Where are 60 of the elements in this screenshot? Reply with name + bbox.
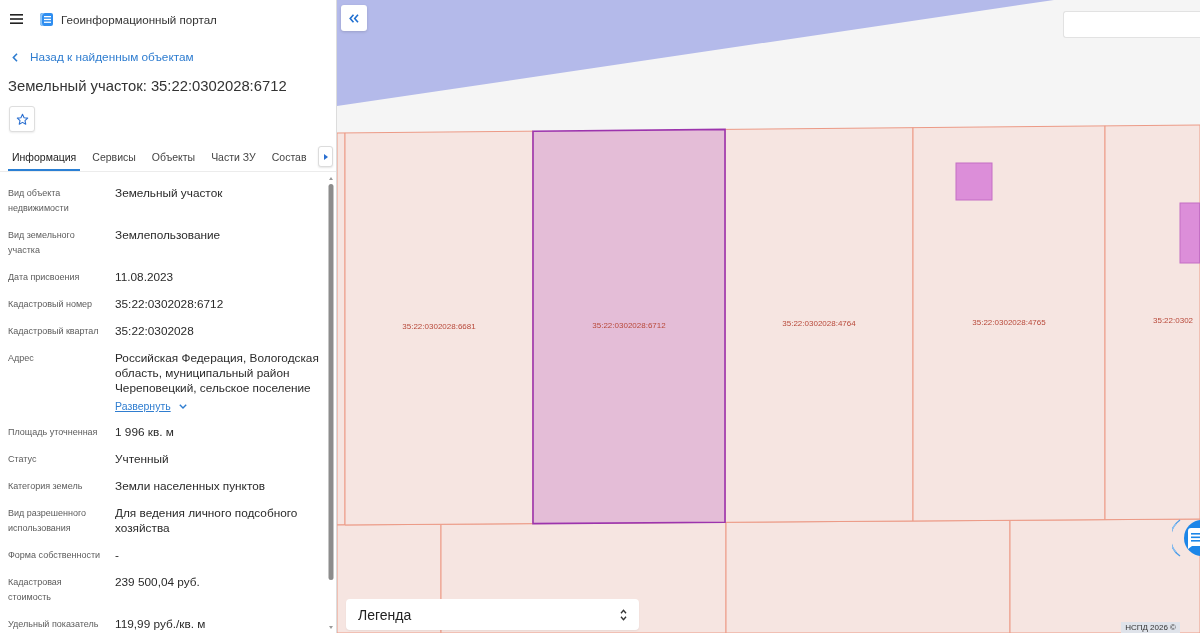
field-label: Площадь уточненная [8,426,99,439]
field-value: Учтенный [115,452,169,467]
field-value: 119,99 руб./кв. м [115,617,206,632]
field-value: 1 996 кв. м [115,425,174,440]
field-label: Вид объекта недвижимости [8,187,70,215]
collapse-panel-button[interactable] [341,5,367,31]
field-label: Категория земель [8,480,84,493]
field-label: Статус [8,453,38,466]
tab[interactable]: Состав [267,142,311,171]
field-value: 11.08.2023 [115,270,174,285]
land-parcel[interactable] [532,128,726,525]
chevron-down-icon [178,403,187,409]
field-label: Форма собственности [8,549,102,562]
field-value: Земли населенных пунктов [115,479,265,494]
field-label: Кадастровый номер [8,298,94,311]
field-label: Удельный показатель [8,618,100,631]
field-value: Земельный участок [115,186,223,201]
building-polygon[interactable] [955,162,993,201]
field-label: Кадастровая стоимость [8,576,63,604]
map-attribution: НСПД 2026 © [1121,622,1180,633]
menu-icon[interactable] [10,14,23,24]
input-field[interactable] [1063,11,1200,38]
tab[interactable]: Объекты [147,142,200,171]
land-parcel[interactable] [1009,518,1200,633]
land-parcel[interactable] [725,519,1011,633]
scroll-tabs-button[interactable] [318,146,333,167]
field-value: 35:22:0302028 [115,324,194,339]
field-value: - [115,548,119,563]
expand-link[interactable]: Развернуть [115,399,187,413]
parcel-label: 35:22:0302028:6681 [402,322,476,331]
land-parcel[interactable] [1104,124,1200,521]
parcel-label: 35:22:0302 [1153,316,1194,325]
object-title: Земельный участок: 35:22:0302028:6712 [8,77,288,96]
back-link[interactable]: Назад к найденным объектам [12,48,194,66]
field-value: Для ведения личного подсобного хозяйства [115,506,299,536]
chevron-left-icon [12,52,18,62]
building-polygon[interactable] [1179,202,1200,264]
field-value: Землепользование [115,228,221,243]
tab[interactable]: Части ЗУ [207,142,260,171]
field-label: Вид земельного участка [8,229,76,257]
field-value: Российская Федерация, Вологодская область, муниципальный район Череповецкий, сельское поселение [115,351,320,396]
star-icon [15,112,29,126]
legend-dropdown[interactable]: Легенда [346,599,639,630]
field-value: 35:22:0302028:6712 [115,297,224,312]
parcel-label: 35:22:0302028:4765 [972,318,1046,327]
field-label: Вид разрешенного использования [8,507,88,535]
app-title: Геоинформационный портал [61,12,217,26]
tab[interactable]: Сервисы [88,142,140,171]
tab[interactable]: Информация [8,142,81,171]
caret-right-icon [323,153,328,160]
field-label: Дата присвоения [8,271,81,284]
favorite-button[interactable] [9,106,35,132]
parcel-label: 35:22:0302028:4764 [782,319,856,328]
parcel-label: 35:22:0302028:6712 [592,321,666,330]
field-label: Кадастровый квартал [8,325,100,338]
logo-icon [39,11,54,27]
double-chevron-left-icon [349,13,359,23]
field-label: Адрес [8,352,35,365]
field-value: 239 500,04 руб. [115,575,200,590]
up-down-chevron-icon [620,608,627,621]
